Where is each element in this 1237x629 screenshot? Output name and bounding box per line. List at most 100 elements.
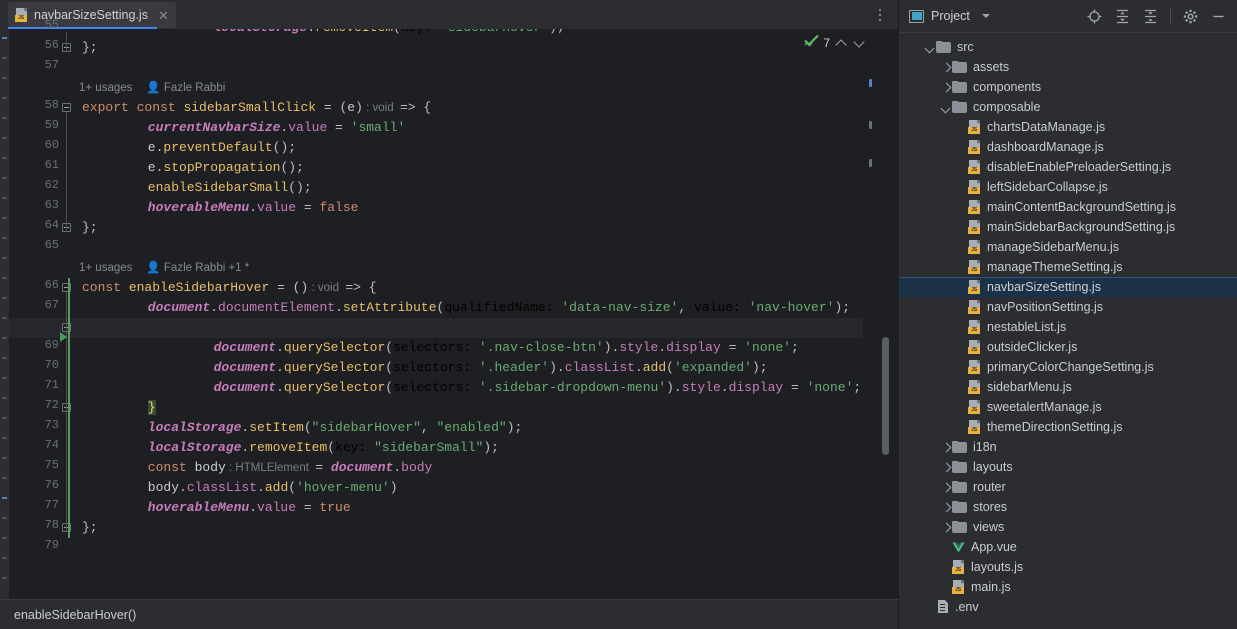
marker-tick [2,517,7,519]
collapse-all-icon[interactable] [1142,8,1159,25]
tree-file-row[interactable]: JSleftSidebarCollapse.js [899,177,1237,197]
tree-file-row[interactable]: JSnavPositionSetting.js [899,297,1237,317]
code-fold-toggle[interactable] [62,223,73,234]
editor-vertical-scrollbar[interactable] [882,337,889,455]
tree-file-row[interactable]: JSdisableEnablePreloaderSetting.js [899,157,1237,177]
code-line: localStorage.removeItem(key: "sidebarHov… [73,29,565,38]
locate-target-icon[interactable] [1086,8,1103,25]
chevron-right-icon[interactable] [939,61,952,74]
tree-file-row[interactable]: JSthemeDirectionSetting.js [899,417,1237,437]
tree-folder-row[interactable]: components [899,77,1237,97]
tree-folder-row[interactable]: composable [899,97,1237,117]
code-token: . [721,380,729,395]
tree-file-row[interactable]: JS nestableList.js [899,317,1237,337]
js-file-icon: JS [968,360,981,374]
code-token: ). [604,340,620,355]
marker-tick [2,97,7,99]
editor-tab-navbarSizeSetting[interactable]: JS navbarSizeSetting.js ✕ [8,2,176,28]
parameter-hint: selectors: [393,380,471,395]
code-token: ( [393,29,401,35]
marker-tick [2,257,7,259]
tree-folder-row[interactable]: src [899,37,1237,57]
chevron-down-icon[interactable] [939,101,952,114]
tree-item-label: nestableList.js [987,320,1066,334]
tree-file-row[interactable]: JSmanageSidebarMenu.js [899,237,1237,257]
chevron-right-icon[interactable] [939,441,952,454]
editor-code-area[interactable]: localStorage.removeItem(key: "sidebarHov… [73,29,863,599]
code-token: add [265,480,288,495]
line-number: 59 [45,118,59,132]
tree-file-row[interactable]: .env [899,597,1237,617]
tree-file-row[interactable]: JSlayouts.js [899,557,1237,577]
marker-tick [2,197,7,199]
tree-file-row[interactable]: JSsidebarMenu.js [899,377,1237,397]
tree-folder-row[interactable]: router [899,477,1237,497]
js-file-icon: JS [968,320,981,334]
marker-tick [2,277,7,279]
marker-tick [2,577,7,579]
tree-file-row[interactable]: JSmanageThemeSetting.js [899,257,1237,277]
tree-file-row[interactable]: JSsweetalertManage.js [899,397,1237,417]
tree-folder-row[interactable]: assets [899,57,1237,77]
code-token: '.header' [479,360,549,375]
code-token: document [331,460,393,475]
chevron-right-icon[interactable] [939,481,952,494]
tree-file-row[interactable]: JSmainSidebarBackgroundSetting.js [899,217,1237,237]
marker-tick [2,237,7,239]
tree-file-row[interactable]: JSdashboardManage.js [899,137,1237,157]
expand-all-icon[interactable] [1114,8,1131,25]
editor-left-marker-strip[interactable] [0,29,9,599]
editor-tab-bar: JS navbarSizeSetting.js ✕ [0,0,898,29]
code-token: => { [400,100,431,115]
chevron-right-icon[interactable] [939,501,952,514]
tree-file-row[interactable]: JSprimaryColorChangeSetting.js [899,357,1237,377]
run-marker-icon[interactable] [60,332,67,342]
inspection-ok-icon [804,34,819,52]
chevron-right-icon[interactable] [939,521,952,534]
editor-gutter[interactable]: 5556575859606162636465666768697071727374… [9,29,69,599]
tree-file-row[interactable]: JSoutsideClicker.js [899,337,1237,357]
inspection-widget[interactable]: 7 [804,34,866,52]
code-token: true [319,500,350,515]
js-file-icon: JS [968,300,981,314]
js-file-icon: JS [968,420,981,434]
code-token: document [214,340,276,355]
chevron-down-icon[interactable] [980,10,992,22]
tree-folder-row[interactable]: views [899,517,1237,537]
marker-tick [2,497,7,499]
tree-folder-row[interactable]: i18n [899,437,1237,457]
breadcrumb[interactable]: enableSidebarHover() [14,608,136,622]
code-token: body [195,460,226,475]
editor-error-stripe[interactable] [866,29,876,599]
folder-icon [952,461,967,474]
code-fold-toggle[interactable] [62,103,73,114]
code-token: removeItem [315,29,393,35]
code-token: 'nav-hover' [749,300,835,315]
tree-file-row[interactable]: JSnavbarSizeSetting.js [899,277,1237,297]
code-token: ; [791,340,799,355]
usages-inlay[interactable]: 1+ usages👤 Fazle Rabbi [79,78,225,98]
tree-file-row[interactable]: JSchartsDataManage.js [899,117,1237,137]
settings-gear-icon[interactable] [1182,8,1199,25]
minimize-icon[interactable] [1210,8,1227,25]
chevron-up-icon[interactable] [834,36,848,50]
tree-file-row[interactable]: App.vue [899,537,1237,557]
chevron-right-icon[interactable] [939,81,952,94]
code-fold-toggle[interactable] [62,43,73,54]
close-icon[interactable]: ✕ [158,9,169,22]
usages-inlay[interactable]: 1+ usages👤 Fazle Rabbi +1 * [79,258,249,278]
vcs-change-marker[interactable] [68,278,70,538]
code-token: hoverableMenu [148,200,249,215]
project-file-tree[interactable]: srcassetscomponentscomposableJSchartsDat… [899,33,1237,629]
folder-icon [952,61,967,74]
chevron-right-icon[interactable] [939,461,952,474]
code-token: = [783,380,806,395]
tree-folder-row[interactable]: layouts [899,457,1237,477]
tree-folder-row[interactable]: stores [899,497,1237,517]
line-number: 66 [45,278,59,292]
tree-file-row[interactable]: JSmainContentBackgroundSetting.js [899,197,1237,217]
overflow-menu-icon[interactable] [872,6,888,24]
chevron-down-icon[interactable] [852,36,866,50]
tree-file-row[interactable]: JSmain.js [899,577,1237,597]
chevron-down-icon[interactable] [923,41,936,54]
